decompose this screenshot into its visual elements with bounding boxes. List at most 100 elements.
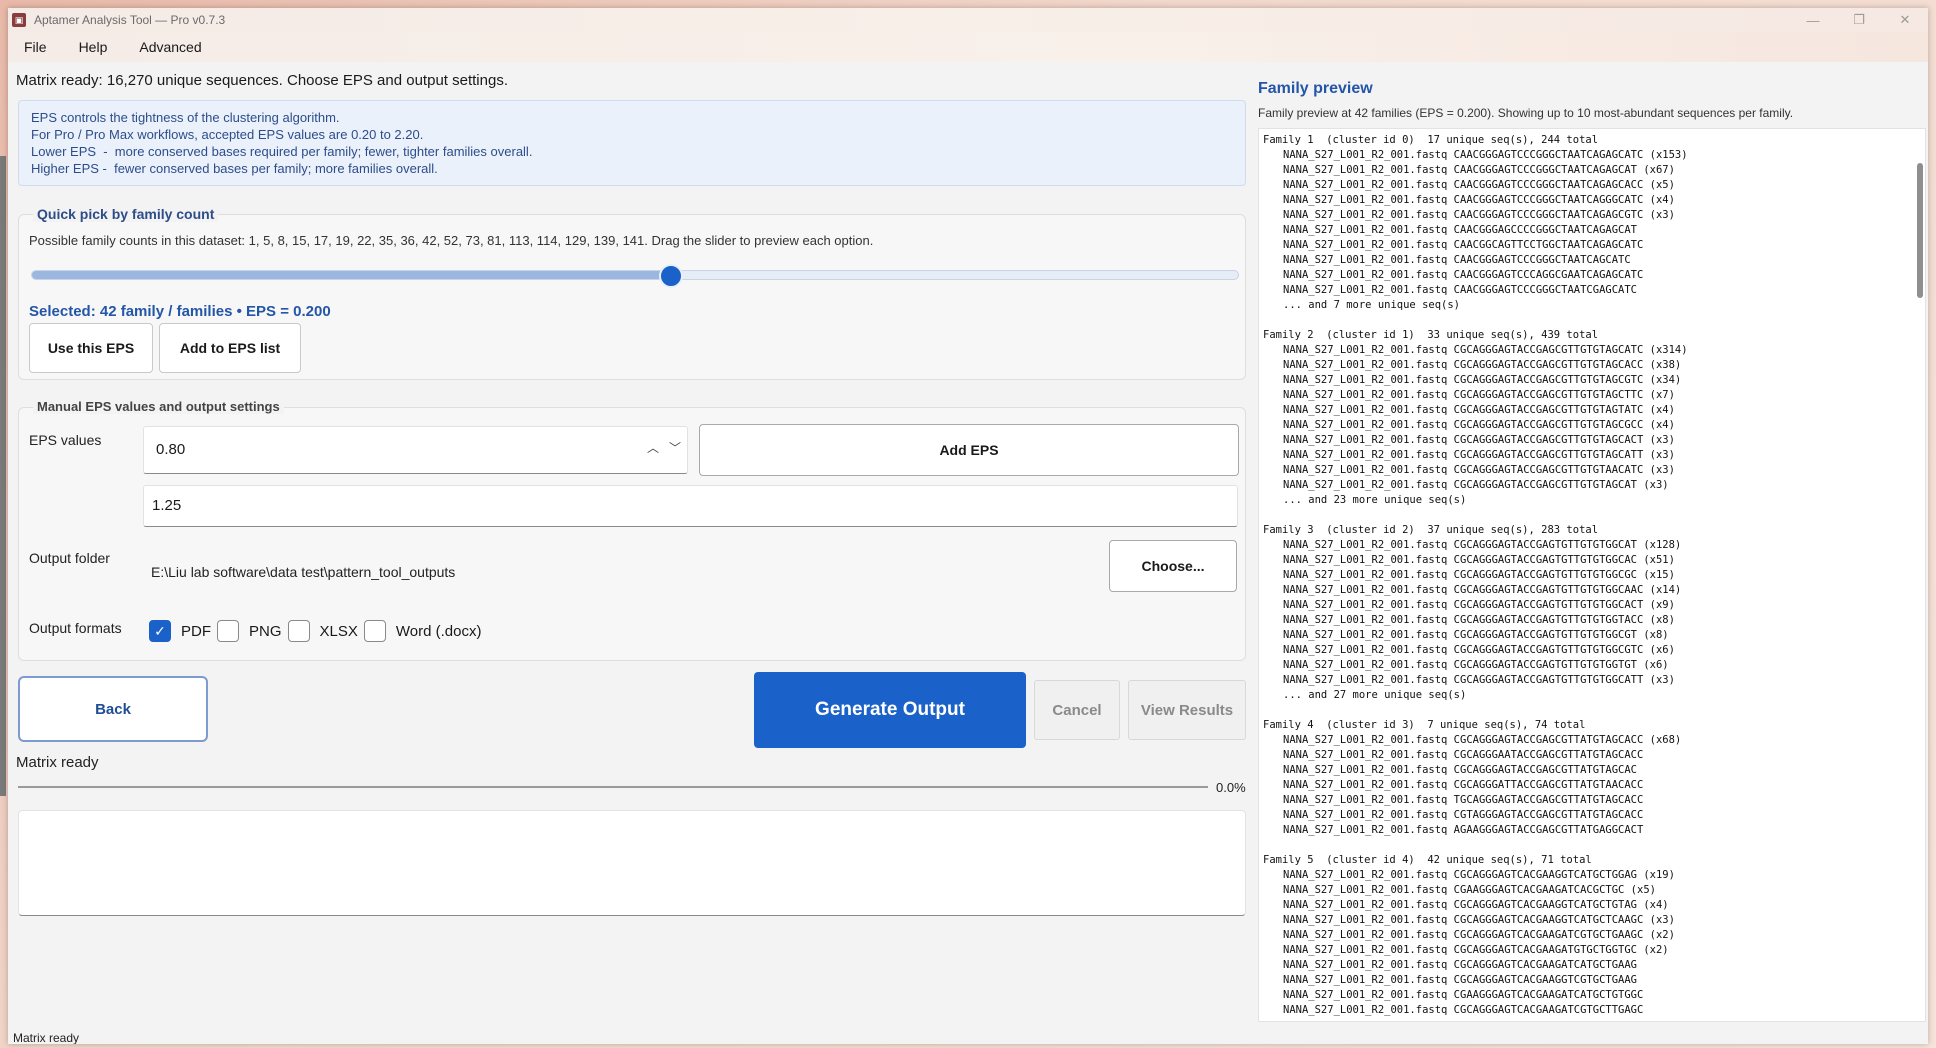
output-formats-label: Output formats — [29, 620, 122, 636]
minimize-icon[interactable]: — — [1790, 8, 1836, 32]
quick-pick-title: Quick pick by family count — [33, 206, 219, 222]
sequence-line: NANA_S27_L001_R2_001.fastq CGCAGGGAGTCAC… — [1283, 959, 1638, 971]
maximize-icon[interactable]: ❐ — [1836, 8, 1882, 32]
sequence-line: NANA_S27_L001_R2_001.fastq CGCAGGGAGTACC… — [1283, 539, 1682, 551]
output-folder-label: Output folder — [29, 550, 110, 566]
output-folder-path: E:\Liu lab software\data test\pattern_to… — [151, 564, 456, 580]
back-button[interactable]: Back — [18, 676, 208, 742]
sequence-line: NANA_S27_L001_R2_001.fastq CGAAGGGAGTCAC… — [1283, 884, 1656, 896]
sequence-line: NANA_S27_L001_R2_001.fastq CGCAGGGAGTACC… — [1283, 599, 1675, 611]
sequence-line: NANA_S27_L001_R2_001.fastq TGCAGGGAGTACC… — [1283, 794, 1644, 806]
family-counts-description: Possible family counts in this dataset: … — [29, 233, 874, 248]
sequence-line: NANA_S27_L001_R2_001.fastq CGCAGGGAGTCAC… — [1283, 944, 1669, 956]
png-label: PNG — [249, 622, 282, 640]
family-preview-text[interactable]: Family 1 (cluster id 0) 17 unique seq(s)… — [1258, 128, 1926, 1022]
family-slider-thumb[interactable] — [659, 264, 684, 288]
docx-label: Word (.docx) — [395, 622, 482, 640]
close-icon[interactable]: ✕ — [1882, 8, 1928, 32]
progress-percent: 0.0% — [1216, 780, 1246, 795]
sequence-line: NANA_S27_L001_R2_001.fastq CGCAGGGAGTCAC… — [1283, 914, 1675, 926]
add-to-eps-list-button[interactable]: Add to EPS list — [159, 323, 301, 373]
family-preview-content: Family 1 (cluster id 0) 17 unique seq(s)… — [1263, 133, 1903, 1021]
docx-checkbox[interactable] — [363, 620, 386, 642]
info-line: Lower EPS - more conserved bases require… — [31, 144, 533, 159]
xlsx-checkbox[interactable] — [287, 620, 310, 642]
menu-file[interactable]: File — [24, 39, 47, 55]
sequence-line: NANA_S27_L001_R2_001.fastq CGCAGGGAGTACC… — [1283, 629, 1669, 641]
window-edge-strip — [0, 156, 6, 796]
status-bar-text: Matrix ready — [13, 1031, 80, 1044]
sequence-line: NANA_S27_L001_R2_001.fastq CGCAGGGAGTCAC… — [1283, 974, 1638, 986]
sequence-line: NANA_S27_L001_R2_001.fastq AGAAGGGAGTACC… — [1283, 824, 1644, 836]
family-header: Family 4 (cluster id 3) 7 unique seq(s),… — [1263, 719, 1586, 731]
output-formats-checkboxes: ✓ PDF PNG XLSX Word (.docx) — [149, 620, 487, 642]
sequence-line: NANA_S27_L001_R2_001.fastq CGCAGGGAGTACC… — [1283, 479, 1669, 491]
left-panel: Matrix ready: 16,270 unique sequences. C… — [14, 62, 1250, 1037]
sequence-line: NANA_S27_L001_R2_001.fastq CAACGGGAGTCCC… — [1283, 254, 1631, 266]
menu-advanced[interactable]: Advanced — [139, 39, 201, 55]
preview-scrollbar[interactable] — [1917, 163, 1923, 298]
sequence-line: ... and 23 more unique seq(s) — [1283, 494, 1467, 506]
sequence-line: NANA_S27_L001_R2_001.fastq CGCAGGGAGTACC… — [1283, 404, 1675, 416]
sequence-line: NANA_S27_L001_R2_001.fastq CGCAGGGAGTCAC… — [1283, 899, 1669, 911]
pdf-checkbox[interactable]: ✓ — [149, 620, 171, 642]
choose-folder-button[interactable]: Choose... — [1109, 540, 1237, 592]
app-window: ▣ Aptamer Analysis Tool — Pro v0.7.3 — ❐… — [8, 8, 1928, 1044]
sequence-line: ... and 27 more unique seq(s) — [1283, 689, 1467, 701]
sequence-line: ... and 7 more unique seq(s) — [1283, 299, 1461, 311]
sequence-line: NANA_S27_L001_R2_001.fastq CGCAGGGAGTCAC… — [1283, 929, 1675, 941]
sequence-line: NANA_S27_L001_R2_001.fastq CGCAGGGAATACC… — [1283, 749, 1644, 761]
add-eps-button[interactable]: Add EPS — [699, 424, 1239, 476]
view-results-button[interactable]: View Results — [1128, 680, 1246, 740]
sequence-line: NANA_S27_L001_R2_001.fastq CGCAGGGAGTACC… — [1283, 389, 1675, 401]
info-line: EPS controls the tightness of the cluste… — [31, 110, 340, 125]
family-slider-track[interactable] — [31, 270, 1239, 280]
sequence-line: NANA_S27_L001_R2_001.fastq CGCAGGGAGTACC… — [1283, 674, 1675, 686]
eps-values-label: EPS values — [29, 432, 102, 448]
menu-bar: File Help Advanced — [8, 32, 1928, 62]
xlsx-label: XLSX — [319, 622, 358, 640]
generate-output-button[interactable]: Generate Output — [754, 672, 1026, 748]
sequence-line: NANA_S27_L001_R2_001.fastq CGCAGGGAGTACC… — [1283, 644, 1675, 656]
quick-pick-group: Quick pick by family count Possible fami… — [18, 206, 1246, 380]
sequence-line: NANA_S27_L001_R2_001.fastq CGAAGGGAGTCAC… — [1283, 989, 1644, 1001]
info-line: For Pro / Pro Max workflows, accepted EP… — [31, 127, 424, 142]
manual-eps-group: Manual EPS values and output settings EP… — [18, 399, 1246, 661]
app-icon: ▣ — [12, 13, 26, 27]
sequence-line: NANA_S27_L001_R2_001.fastq CAACGGGAGTCCC… — [1283, 164, 1675, 176]
family-slider-fill — [32, 271, 673, 279]
sequence-line: NANA_S27_L001_R2_001.fastq CGCAGGGAGTACC… — [1283, 449, 1675, 461]
sequence-line: NANA_S27_L001_R2_001.fastq CGCAGGGAGTACC… — [1283, 554, 1675, 566]
sequence-line: NANA_S27_L001_R2_001.fastq CGCAGGGAGTCAC… — [1283, 869, 1675, 881]
sequence-line: NANA_S27_L001_R2_001.fastq CAACGGGAGTCCC… — [1283, 209, 1675, 221]
sequence-line: NANA_S27_L001_R2_001.fastq CAACGGGAGTCCC… — [1283, 269, 1644, 281]
use-this-eps-button[interactable]: Use this EPS — [29, 323, 153, 373]
sequence-line: NANA_S27_L001_R2_001.fastq CGCAGGGAGTACC… — [1283, 359, 1682, 371]
sequence-line: NANA_S27_L001_R2_001.fastq CAACGGGAGTCCC… — [1283, 284, 1638, 296]
chevron-up-icon[interactable]: ︿ — [647, 439, 659, 456]
sequence-line: NANA_S27_L001_R2_001.fastq CAACGGGAGCCCC… — [1283, 224, 1638, 236]
sequence-line: NANA_S27_L001_R2_001.fastq CGCAGGGAGTACC… — [1283, 464, 1675, 476]
chevron-down-icon[interactable]: ﹀ — [669, 439, 681, 456]
window-title: Aptamer Analysis Tool — Pro v0.7.3 — [34, 13, 226, 27]
info-line: Higher EPS - fewer conserved bases per f… — [31, 161, 438, 176]
sequence-line: NANA_S27_L001_R2_001.fastq CGCAGGGAGTACC… — [1283, 584, 1682, 596]
progress-bar — [18, 786, 1208, 788]
eps-list-item[interactable]: 1.25 — [143, 485, 1238, 527]
family-preview-subtitle: Family preview at 42 families (EPS = 0.2… — [1258, 106, 1794, 120]
family-block: Family 5 (cluster id 4) 42 unique seq(s)… — [1263, 853, 1903, 1018]
status-label: Matrix ready — [16, 754, 99, 771]
eps-info-box: EPS controls the tightness of the cluste… — [18, 100, 1246, 186]
sequence-line: NANA_S27_L001_R2_001.fastq CGCAGGGAGTACC… — [1283, 764, 1638, 776]
matrix-status: Matrix ready: 16,270 unique sequences. C… — [16, 72, 508, 89]
sequence-line: NANA_S27_L001_R2_001.fastq CGCAGGGAGTACC… — [1283, 434, 1675, 446]
sequence-line: NANA_S27_L001_R2_001.fastq CGCAGGGATTACC… — [1283, 779, 1644, 791]
png-checkbox[interactable] — [217, 620, 239, 642]
sequence-line: NANA_S27_L001_R2_001.fastq CGCAGGGAGTACC… — [1283, 614, 1675, 626]
eps-value-text: 0.80 — [156, 441, 186, 458]
eps-value-spinbox[interactable]: 0.80 ︿ ﹀ — [143, 426, 688, 474]
menu-help[interactable]: Help — [79, 39, 108, 55]
family-header: Family 5 (cluster id 4) 42 unique seq(s)… — [1263, 854, 1592, 866]
log-output-box[interactable] — [18, 810, 1246, 916]
cancel-button[interactable]: Cancel — [1034, 680, 1120, 740]
